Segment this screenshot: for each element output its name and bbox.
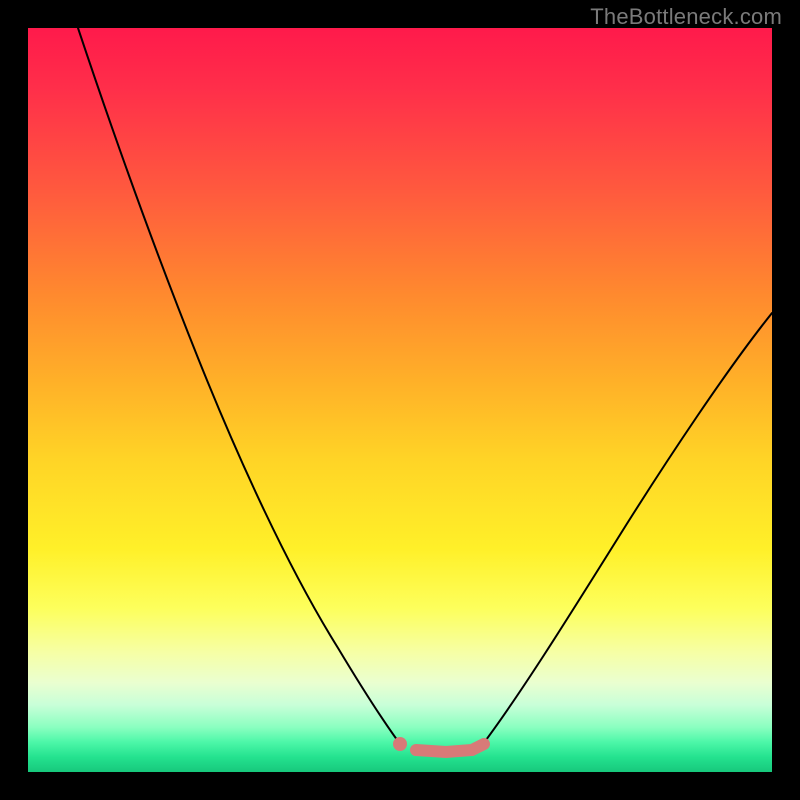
plot-area bbox=[28, 28, 772, 772]
flat-start-dot bbox=[393, 737, 407, 751]
left-branch-line bbox=[78, 28, 403, 748]
chart-stage: TheBottleneck.com bbox=[0, 0, 800, 800]
curve-layer bbox=[28, 28, 772, 772]
flat-bottom-highlight bbox=[416, 744, 484, 752]
right-branch-line bbox=[480, 313, 772, 748]
watermark-text: TheBottleneck.com bbox=[590, 4, 782, 30]
